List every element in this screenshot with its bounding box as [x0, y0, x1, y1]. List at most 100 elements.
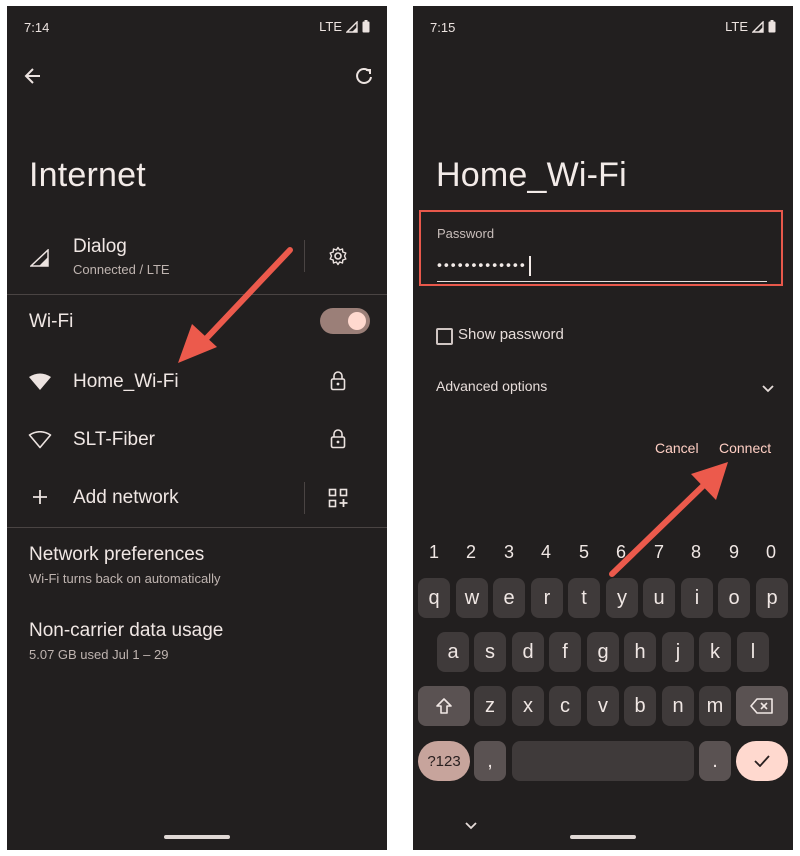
wifi-toggle[interactable] [320, 308, 370, 334]
enter-key[interactable] [736, 741, 788, 781]
internet-settings-screen: 7:14 LTE Internet Dialog Connected / LTE… [7, 6, 387, 850]
hide-keyboard-chevron-icon[interactable] [465, 822, 477, 830]
key-l[interactable]: l [737, 632, 769, 672]
key-q[interactable]: q [418, 578, 450, 618]
key-d[interactable]: d [512, 632, 544, 672]
key-p[interactable]: p [756, 578, 788, 618]
password-label: Password [437, 226, 495, 241]
text-cursor [528, 256, 531, 276]
key-g[interactable]: g [587, 632, 619, 672]
key-s[interactable]: s [474, 632, 506, 672]
add-network-row[interactable]: Add network [7, 474, 303, 522]
key-w[interactable]: w [456, 578, 488, 618]
password-value: ••••••••••••• [437, 256, 527, 273]
key-3[interactable]: 3 [497, 542, 521, 563]
data-usage-title: Non-carrier data usage [29, 620, 224, 641]
key-v[interactable]: v [587, 686, 619, 726]
comma-key[interactable]: , [474, 741, 506, 781]
key-8[interactable]: 8 [684, 542, 708, 563]
key-c[interactable]: c [549, 686, 581, 726]
status-icons: LTE [725, 19, 776, 34]
chevron-down-icon [762, 385, 774, 393]
divider [304, 240, 305, 272]
key-5[interactable]: 5 [572, 542, 596, 563]
network-name: Home_Wi-Fi [73, 371, 179, 392]
preferences-subtitle: Wi-Fi turns back on automatically [29, 571, 221, 586]
advanced-options-label: Advanced options [436, 378, 548, 394]
wifi-password-dialog-screen: 7:15 LTE Home_Wi-Fi Password •••••••••••… [413, 6, 793, 850]
key-h[interactable]: h [624, 632, 656, 672]
add-network-label: Add network [73, 487, 179, 508]
divider [7, 294, 387, 295]
symbols-key[interactable]: ?123 [418, 741, 470, 781]
show-password-label[interactable]: Show password [458, 326, 564, 343]
gesture-nav-bar[interactable] [570, 835, 636, 839]
divider [7, 527, 387, 528]
gesture-nav-bar[interactable] [164, 835, 230, 839]
key-2[interactable]: 2 [459, 542, 483, 563]
refresh-icon[interactable] [354, 66, 374, 86]
network-preferences-item[interactable]: Network preferences Wi-Fi turns back on … [7, 542, 387, 592]
key-6[interactable]: 6 [609, 542, 633, 563]
key-u[interactable]: u [643, 578, 675, 618]
carrier-status: Connected / LTE [73, 262, 170, 277]
space-bar[interactable] [512, 741, 694, 781]
lock-icon [330, 371, 346, 391]
key-1[interactable]: 1 [422, 542, 446, 563]
qr-code-scan-icon[interactable] [328, 488, 348, 508]
key-4[interactable]: 4 [534, 542, 558, 563]
key-k[interactable]: k [699, 632, 731, 672]
gear-icon[interactable] [328, 246, 348, 266]
preferences-title: Network preferences [29, 544, 205, 565]
key-e[interactable]: e [493, 578, 525, 618]
network-type: LTE [319, 19, 342, 34]
advanced-options-row[interactable]: Advanced options [413, 372, 793, 402]
toggle-knob [348, 312, 366, 330]
key-0[interactable]: 0 [759, 542, 783, 563]
divider [304, 482, 305, 514]
signal-icon [346, 20, 358, 33]
key-9[interactable]: 9 [722, 542, 746, 563]
dialog-title: Home_Wi-Fi [436, 156, 627, 194]
key-y[interactable]: y [606, 578, 638, 618]
key-m[interactable]: m [699, 686, 731, 726]
connect-button[interactable]: Connect [719, 440, 771, 456]
password-input[interactable]: ••••••••••••• [437, 256, 531, 276]
key-i[interactable]: i [681, 578, 713, 618]
shift-key[interactable] [418, 686, 470, 726]
key-z[interactable]: z [474, 686, 506, 726]
battery-icon [768, 20, 776, 33]
network-item-home-wifi[interactable]: Home_Wi-Fi [7, 358, 387, 408]
backspace-icon [750, 698, 773, 714]
wifi-label: Wi-Fi [29, 311, 74, 332]
key-n[interactable]: n [662, 686, 694, 726]
key-a[interactable]: a [437, 632, 469, 672]
status-time: 7:15 [430, 20, 456, 35]
key-x[interactable]: x [512, 686, 544, 726]
key-o[interactable]: o [718, 578, 750, 618]
status-icons: LTE [319, 19, 370, 34]
data-usage-subtitle: 5.07 GB used Jul 1 – 29 [29, 647, 169, 662]
password-field-highlight: Password ••••••••••••• [419, 210, 783, 286]
key-t[interactable]: t [568, 578, 600, 618]
key-7[interactable]: 7 [647, 542, 671, 563]
backspace-key[interactable] [736, 686, 788, 726]
plus-icon [33, 490, 47, 504]
checkmark-icon [754, 755, 770, 767]
data-usage-item[interactable]: Non-carrier data usage 5.07 GB used Jul … [7, 618, 387, 668]
mobile-network-row[interactable]: Dialog Connected / LTE [7, 228, 303, 288]
show-password-checkbox[interactable] [436, 328, 453, 345]
back-arrow-icon[interactable] [24, 67, 42, 85]
cellular-signal-icon [30, 249, 49, 267]
cancel-button[interactable]: Cancel [655, 440, 699, 456]
status-time: 7:14 [24, 20, 50, 35]
period-key[interactable]: . [699, 741, 731, 781]
key-b[interactable]: b [624, 686, 656, 726]
network-type: LTE [725, 19, 748, 34]
network-item-slt-fiber[interactable]: SLT-Fiber [7, 416, 387, 466]
wifi-full-icon [29, 373, 51, 390]
key-r[interactable]: r [531, 578, 563, 618]
key-j[interactable]: j [662, 632, 694, 672]
key-f[interactable]: f [549, 632, 581, 672]
wifi-outline-icon [28, 431, 52, 449]
